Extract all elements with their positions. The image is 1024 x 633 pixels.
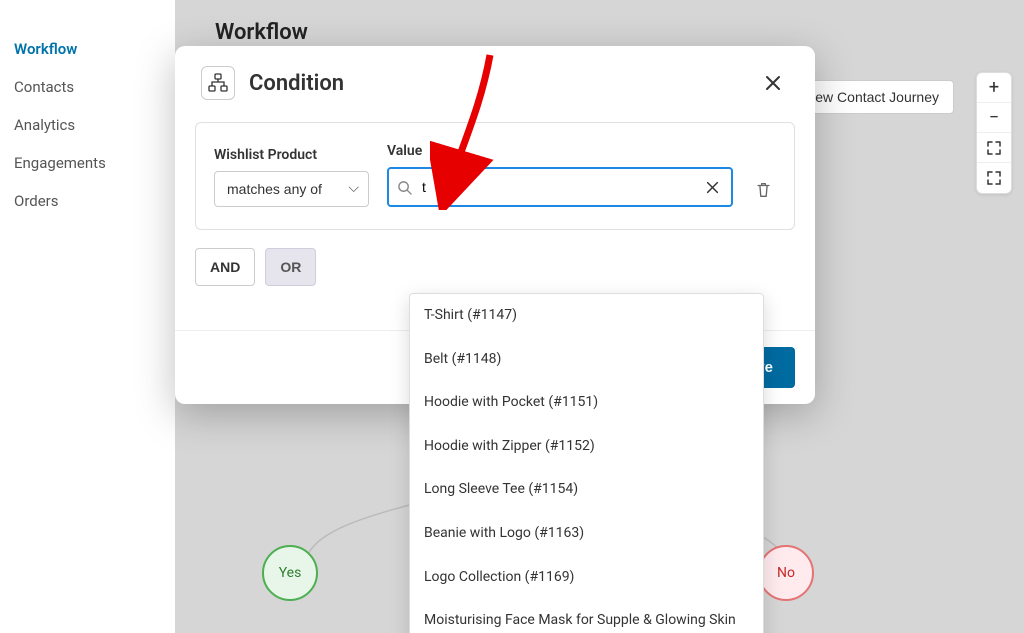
field-label: Wishlist Product bbox=[214, 147, 369, 163]
branch-node-no[interactable]: No bbox=[758, 545, 814, 601]
modal-title: Condition bbox=[249, 71, 757, 96]
sidebar-item-orders[interactable]: Orders bbox=[0, 182, 175, 220]
dropdown-item[interactable]: Beanie with Logo (#1163) bbox=[410, 512, 763, 556]
condition-modal: Condition Wishlist Product matches any o… bbox=[175, 46, 815, 404]
zoom-out-button[interactable]: − bbox=[977, 103, 1011, 133]
dropdown-item[interactable]: Moisturising Face Mask for Supple & Glow… bbox=[410, 599, 763, 633]
page-title: Workflow bbox=[215, 20, 984, 45]
dropdown-item[interactable]: Belt (#1148) bbox=[410, 338, 763, 382]
branch-node-yes[interactable]: Yes bbox=[262, 545, 318, 601]
close-icon[interactable] bbox=[757, 71, 789, 95]
sidebar-item-analytics[interactable]: Analytics bbox=[0, 106, 175, 144]
clear-icon[interactable] bbox=[702, 179, 723, 196]
value-search-input[interactable] bbox=[418, 171, 702, 203]
dropdown-item[interactable]: Hoodie with Zipper (#1152) bbox=[410, 425, 763, 469]
zoom-fit-button[interactable] bbox=[977, 133, 1011, 163]
value-label: Value bbox=[387, 143, 733, 159]
dropdown-item[interactable]: T-Shirt (#1147) bbox=[410, 294, 763, 338]
dropdown-item[interactable]: Long Sleeve Tee (#1154) bbox=[410, 468, 763, 512]
dropdown-item[interactable]: Hoodie with Pocket (#1151) bbox=[410, 381, 763, 425]
delete-icon[interactable] bbox=[751, 173, 776, 207]
zoom-full-button[interactable] bbox=[977, 163, 1011, 193]
value-dropdown: T-Shirt (#1147) Belt (#1148) Hoodie with… bbox=[409, 293, 764, 633]
sidebar: Workflow Contacts Analytics Engagements … bbox=[0, 0, 175, 633]
zoom-in-button[interactable]: + bbox=[977, 73, 1011, 103]
condition-icon bbox=[201, 66, 235, 100]
search-icon bbox=[397, 180, 412, 195]
and-button[interactable]: AND bbox=[195, 248, 255, 286]
dropdown-item[interactable]: Logo Collection (#1169) bbox=[410, 556, 763, 600]
or-button[interactable]: OR bbox=[265, 248, 316, 286]
operator-select[interactable]: matches any of bbox=[214, 171, 369, 207]
sidebar-item-workflow[interactable]: Workflow bbox=[0, 30, 175, 68]
zoom-controls: + − bbox=[976, 72, 1012, 194]
sidebar-item-contacts[interactable]: Contacts bbox=[0, 68, 175, 106]
sidebar-item-engagements[interactable]: Engagements bbox=[0, 144, 175, 182]
condition-row: Wishlist Product matches any of Value bbox=[195, 122, 795, 230]
value-search-wrap bbox=[387, 167, 733, 207]
